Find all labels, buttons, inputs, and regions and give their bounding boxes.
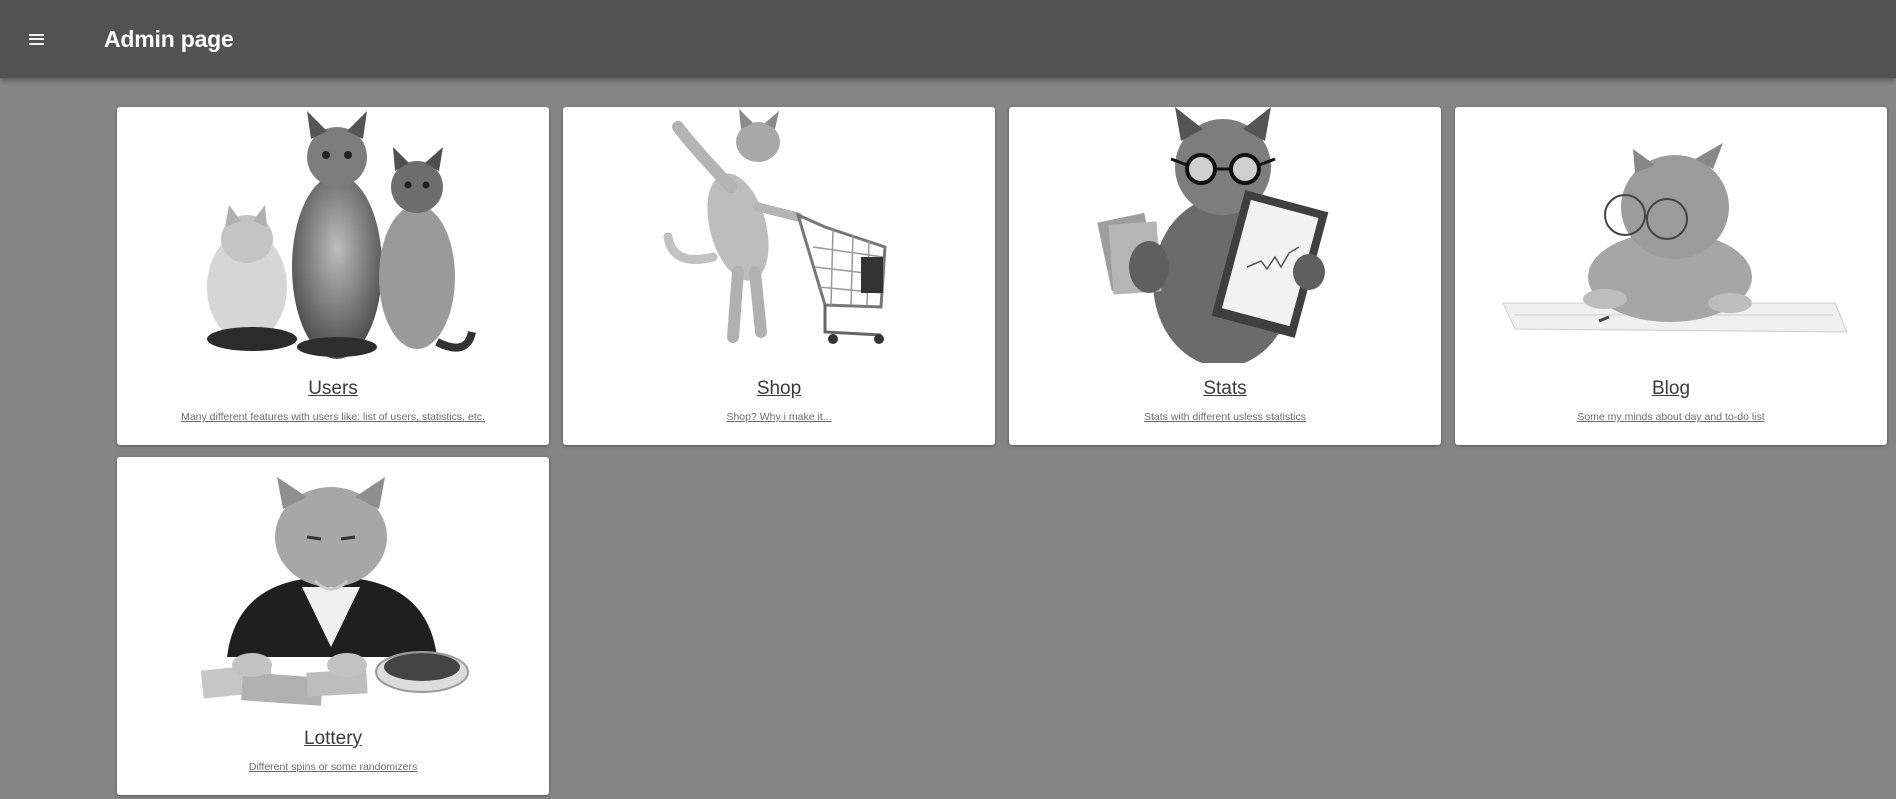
card-description[interactable]: Some my minds about day and to-do list: [1455, 410, 1887, 424]
card-title[interactable]: Users: [117, 377, 549, 401]
kitten-with-glasses-reading-image: [1455, 107, 1887, 363]
card-title[interactable]: Blog: [1455, 377, 1887, 401]
card-title[interactable]: Lottery: [117, 727, 549, 751]
app-header: Admin page: [0, 0, 1896, 78]
card-description[interactable]: Different spins or some randomizers: [117, 760, 549, 774]
page-title: Admin page: [104, 26, 234, 52]
menu-button[interactable]: [19, 23, 53, 55]
card-description[interactable]: Stats with different usless statistics: [1009, 410, 1441, 424]
card-description[interactable]: Shop? Why i make it...: [563, 410, 995, 424]
card-lottery[interactable]: Lottery Different spins or some randomiz…: [117, 457, 549, 795]
hamburger-menu-icon: [28, 33, 44, 45]
card-title[interactable]: Stats: [1009, 377, 1441, 401]
cat-with-glasses-and-clipboard-image: [1009, 107, 1441, 363]
card-blog[interactable]: Blog Some my minds about day and to-do l…: [1455, 107, 1887, 445]
card-users[interactable]: Users Many different features with users…: [117, 107, 549, 445]
rich-cat-with-money-image: [117, 457, 549, 713]
card-stats[interactable]: Stats Stats with different usless statis…: [1009, 107, 1441, 445]
cat-with-shopping-cart-image: [563, 107, 995, 363]
card-title[interactable]: Shop: [563, 377, 995, 401]
card-shop[interactable]: Shop Shop? Why i make it...: [563, 107, 995, 445]
three-cats-image: [117, 107, 549, 363]
card-description[interactable]: Many different features with users like:…: [117, 410, 549, 424]
